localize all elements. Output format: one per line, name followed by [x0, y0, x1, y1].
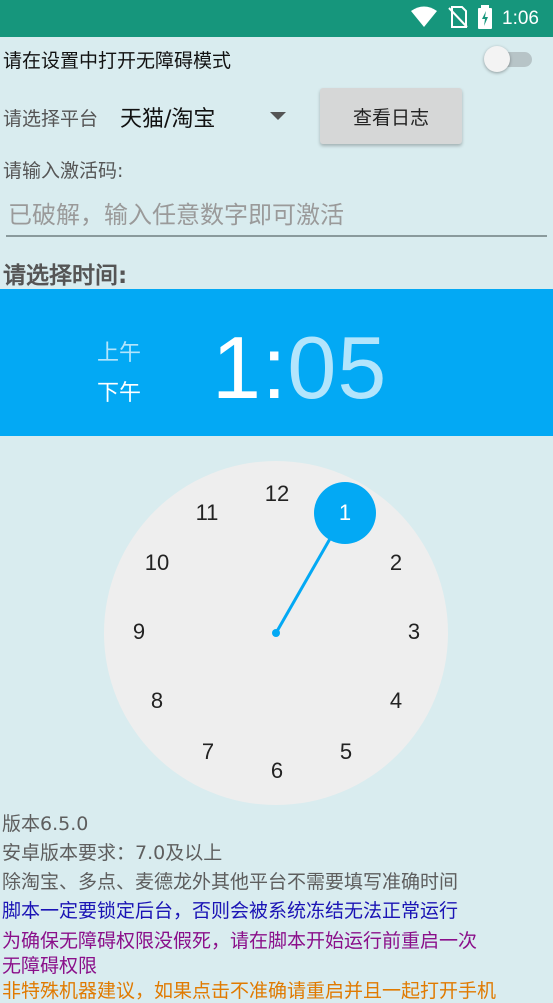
accessibility-row: 请在设置中打开无障碍模式	[0, 37, 553, 81]
time-separator: :	[261, 318, 288, 417]
lock-background-note: 脚本一定要锁定后台，否则会被系统冻结无法正常运行	[2, 900, 459, 922]
dropdown-arrow-icon[interactable]	[270, 112, 286, 120]
am-label[interactable]: 上午	[97, 335, 141, 367]
hour-display[interactable]: 1	[212, 318, 262, 417]
time-title: 请选择时间:	[3, 263, 128, 289]
clock-number-1[interactable]: 1	[339, 500, 351, 526]
minute-display[interactable]: 05	[287, 318, 387, 417]
status-time: 1:06	[502, 8, 539, 29]
clock-number-8[interactable]: 8	[151, 688, 163, 714]
clock-number-2[interactable]: 2	[390, 550, 402, 576]
click-accuracy-note: 非特殊机器建议，如果点击不准确请重启并且一起打开手机	[2, 980, 497, 1002]
wifi-icon	[410, 6, 438, 32]
clock-number-10[interactable]: 10	[145, 550, 169, 576]
clock-number-11[interactable]: 11	[196, 500, 219, 526]
clock-number-4[interactable]: 4	[390, 688, 402, 714]
activation-label: 请输入激活码:	[3, 160, 124, 182]
clock-number-9[interactable]: 9	[133, 619, 145, 645]
activation-code-input[interactable]	[6, 195, 547, 237]
version-text: 版本6.5.0	[2, 813, 89, 835]
clock-hand-layer	[272, 482, 376, 637]
time-picker-header: 上午 下午 1:05	[0, 289, 553, 436]
restart-accessibility-note: 为确保无障碍权限没假死，请在脚本开始运行前重启一次	[2, 930, 478, 952]
toggle-thumb	[484, 46, 510, 72]
clock-number-6[interactable]: 6	[271, 758, 283, 784]
android-requirement-text: 安卓版本要求：7.0及以上	[2, 842, 223, 864]
accessibility-toggle[interactable]	[484, 46, 536, 72]
clock-number-3[interactable]: 3	[408, 619, 420, 645]
clock-number-7[interactable]: 7	[202, 739, 214, 765]
clock-number-5[interactable]: 5	[340, 739, 352, 765]
status-bar: 1:06	[0, 0, 553, 37]
platform-label: 请选择平台	[3, 108, 99, 130]
pm-label[interactable]: 下午	[97, 375, 141, 407]
platform-note-text: 除淘宝、多点、麦德龙外其他平台不需要填写准确时间	[2, 871, 459, 893]
no-sim-icon	[448, 5, 468, 33]
time-display: 1:05	[212, 317, 387, 419]
clock-face[interactable]: 12 1 2 3 4 5 6 7 8 9 10 11	[104, 461, 448, 805]
platform-select[interactable]: 天猫/淘宝	[120, 101, 215, 133]
status-icons: 1:06	[410, 5, 539, 33]
clock-number-12[interactable]: 12	[265, 481, 289, 507]
accessibility-label: 请在设置中打开无障碍模式	[3, 50, 232, 72]
restart-accessibility-note-cont: 无障碍权限	[2, 955, 98, 977]
battery-charging-icon	[478, 5, 493, 33]
view-log-button[interactable]: 查看日志	[320, 88, 462, 144]
